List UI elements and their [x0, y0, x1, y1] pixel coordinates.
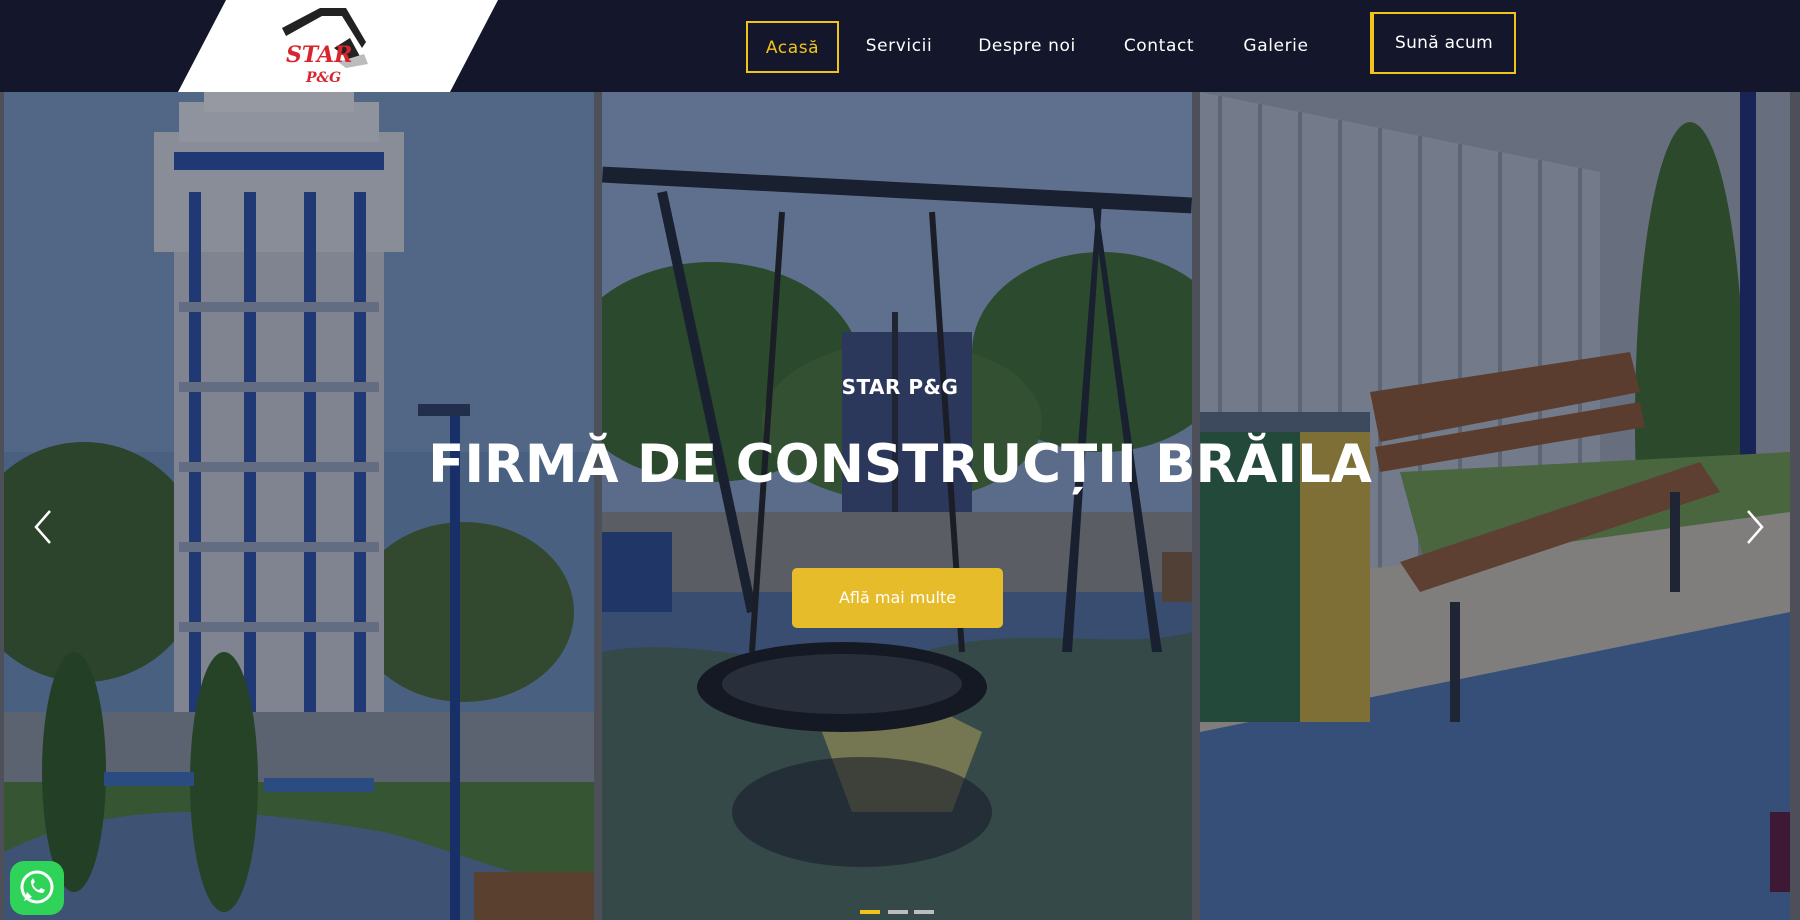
hero-image-bench	[1200, 92, 1790, 920]
hero-image-water-tower	[4, 92, 594, 920]
chevron-left-icon[interactable]	[22, 497, 62, 557]
nav-item-contact[interactable]: Contact	[1112, 21, 1206, 73]
hero-image-playground	[602, 92, 1192, 920]
hero-slider: STAR P&G FIRMĂ DE CONSTRUCȚII BRĂILA Afl…	[0, 92, 1800, 920]
slider-dot-3[interactable]	[914, 910, 934, 914]
nav-item-galerie[interactable]: Galerie	[1234, 21, 1318, 73]
nav-item-acasa[interactable]: Acasă	[746, 21, 839, 73]
site-header: STAR P&G Acasă Servicii Despre noi Conta…	[0, 0, 1800, 92]
slider-dot-1[interactable]	[860, 910, 880, 914]
slider-dot-2[interactable]	[888, 910, 908, 914]
nav-item-despre-noi[interactable]: Despre noi	[970, 21, 1084, 73]
logo-pg-text: P&G	[305, 70, 341, 86]
site-logo[interactable]: STAR P&G	[276, 4, 372, 88]
call-now-button[interactable]: Sună acum	[1370, 12, 1516, 74]
chevron-right-icon[interactable]	[1736, 497, 1776, 557]
learn-more-button[interactable]: Află mai multe	[792, 568, 1003, 628]
whatsapp-icon[interactable]	[10, 861, 64, 915]
nav-item-servicii[interactable]: Servicii	[858, 21, 940, 73]
logo-star-text: STAR	[286, 42, 352, 68]
